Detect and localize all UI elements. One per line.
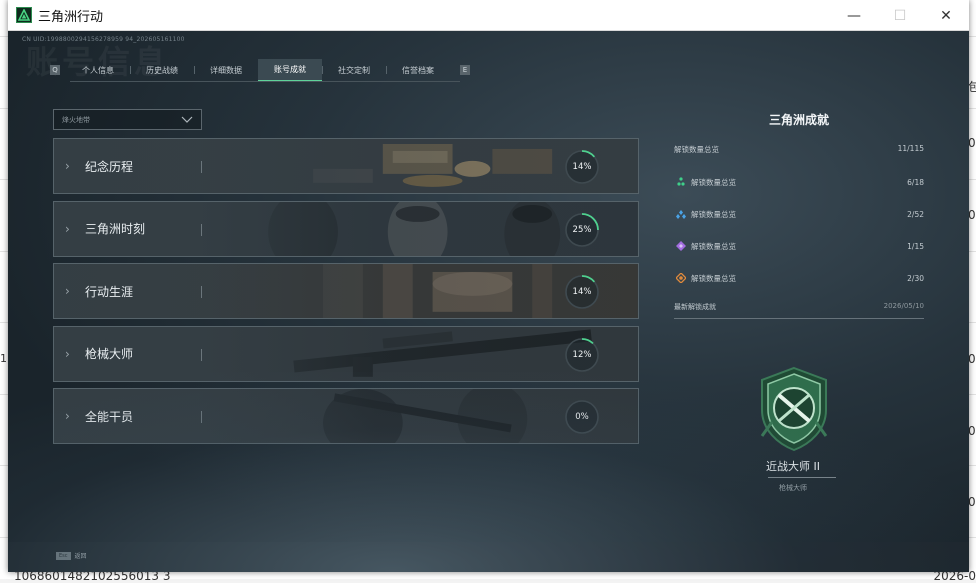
delta-force-app-icon: [16, 7, 32, 23]
bg-cell-text: 1: [0, 352, 7, 579]
tier-row-purple: 解锁数量总览 1/15: [674, 240, 924, 252]
tab-match-history[interactable]: 历史战绩: [130, 59, 194, 81]
tab-detailed-stats[interactable]: 详细数据: [194, 59, 258, 81]
category-card-delta-moments[interactable]: › 三角洲时刻 25%: [53, 201, 639, 257]
orange-tier-icon: [676, 273, 686, 283]
panel-title: 三角洲成就: [674, 111, 924, 128]
back-button[interactable]: Esc 返回: [56, 551, 87, 560]
tab-personal-info[interactable]: 个人信息: [66, 59, 130, 81]
progress-percent: 25%: [564, 212, 600, 248]
filter-value: 烽火地带: [62, 115, 90, 125]
bg-cell-text: 包: [968, 78, 976, 95]
tab-credit-record[interactable]: 信誉档案: [386, 59, 450, 81]
achievement-summary-panel: 三角洲成就 解锁数量总览 11/115 解锁数量总览 6/18 解锁数量总览 2…: [674, 111, 924, 319]
achievement-category-list: › 纪念历程 14% › 三角洲时刻 25%: [53, 138, 639, 451]
progress-percent: 12%: [564, 337, 600, 373]
chevron-right-icon: ›: [65, 284, 75, 298]
chevron-right-icon: ›: [65, 159, 75, 173]
tab-underline: [70, 81, 460, 82]
bg-cell-text: 0: [968, 208, 976, 222]
title-bar[interactable]: 三角洲行动 — ☐ ✕: [8, 0, 969, 31]
tab-prev-key[interactable]: Q: [50, 65, 60, 75]
summary-label: 解锁数量总览: [674, 144, 719, 156]
bg-cell-text: 0: [968, 495, 976, 509]
category-card-operation-career[interactable]: › 行动生涯 14%: [53, 263, 639, 319]
bottom-bar: Esc 返回: [8, 542, 969, 572]
maximize-icon[interactable]: ☐: [877, 0, 923, 31]
tier-count: 2/52: [907, 210, 924, 219]
badge-name: 近战大师 II: [698, 458, 888, 474]
summary-row: 解锁数量总览 11/115: [674, 144, 924, 156]
tier-count: 1/15: [907, 242, 924, 251]
category-label: 三角洲时刻: [85, 220, 145, 237]
latest-label: 最新解锁成就: [674, 302, 716, 312]
progress-percent: 14%: [564, 274, 600, 310]
bg-cell-text: 0: [968, 136, 976, 150]
bg-cell-text: 0: [968, 352, 976, 366]
close-icon[interactable]: ✕: [923, 0, 969, 31]
melee-master-badge-icon[interactable]: [758, 366, 830, 452]
category-card-all-round-operator[interactable]: › 全能干员 0%: [53, 388, 639, 444]
blue-tier-icon: [676, 209, 686, 219]
esc-key-hint: Esc: [56, 552, 71, 560]
mode-filter-dropdown[interactable]: 烽火地带: [53, 109, 202, 130]
latest-date: 2026/05/10: [884, 302, 924, 312]
category-label: 全能干员: [85, 408, 133, 425]
category-label: 枪械大师: [85, 345, 133, 362]
tier-count: 2/30: [907, 274, 924, 283]
tier-count: 6/18: [907, 178, 924, 187]
tab-achievements[interactable]: 账号成就: [258, 59, 322, 81]
tier-row-green: 解锁数量总览 6/18: [674, 176, 924, 188]
window-title: 三角洲行动: [38, 6, 103, 25]
tier-label: 解锁数量总览: [691, 177, 736, 188]
tab-social-custom[interactable]: 社交定制: [322, 59, 386, 81]
bg-cell-text: 0: [968, 424, 976, 438]
chevron-right-icon: ›: [65, 222, 75, 236]
game-screen: 账号信息 CN UID:1998800294156278959 94_20260…: [8, 31, 969, 572]
minimize-icon[interactable]: —: [831, 0, 877, 31]
green-tier-icon: [676, 177, 686, 187]
purple-tier-icon: [676, 241, 686, 251]
badge-category: 枪械大师: [698, 483, 888, 493]
category-label: 行动生涯: [85, 283, 133, 300]
game-window: 三角洲行动 — ☐ ✕ 账号信息 CN UID:1998800294156278…: [8, 0, 969, 572]
progress-percent: 14%: [564, 149, 600, 185]
latest-unlock-header: 最新解锁成就 2026/05/10: [674, 302, 924, 312]
progress-percent: 0%: [564, 399, 600, 435]
chevron-down-icon: [181, 116, 193, 124]
chevron-right-icon: ›: [65, 409, 75, 423]
category-card-memorial[interactable]: › 纪念历程 14%: [53, 138, 639, 194]
chevron-right-icon: ›: [65, 347, 75, 361]
category-card-weapon-master[interactable]: › 枪械大师 12%: [53, 326, 639, 382]
category-label: 纪念历程: [85, 158, 133, 175]
tab-next-key[interactable]: E: [460, 65, 470, 75]
tier-row-orange: 解锁数量总览 2/30: [674, 272, 924, 284]
tier-label: 解锁数量总览: [691, 209, 736, 220]
summary-count: 11/115: [898, 144, 924, 156]
tier-label: 解锁数量总览: [691, 241, 736, 252]
back-label: 返回: [75, 551, 87, 560]
tier-label: 解锁数量总览: [691, 273, 736, 284]
player-uid: CN UID:1998800294156278959 94_2026051611…: [22, 36, 185, 43]
tier-row-blue: 解锁数量总览 2/52: [674, 208, 924, 220]
tab-bar: Q 个人信息 历史战绩 详细数据 账号成就 社交定制 信誉档案 E: [50, 59, 470, 81]
